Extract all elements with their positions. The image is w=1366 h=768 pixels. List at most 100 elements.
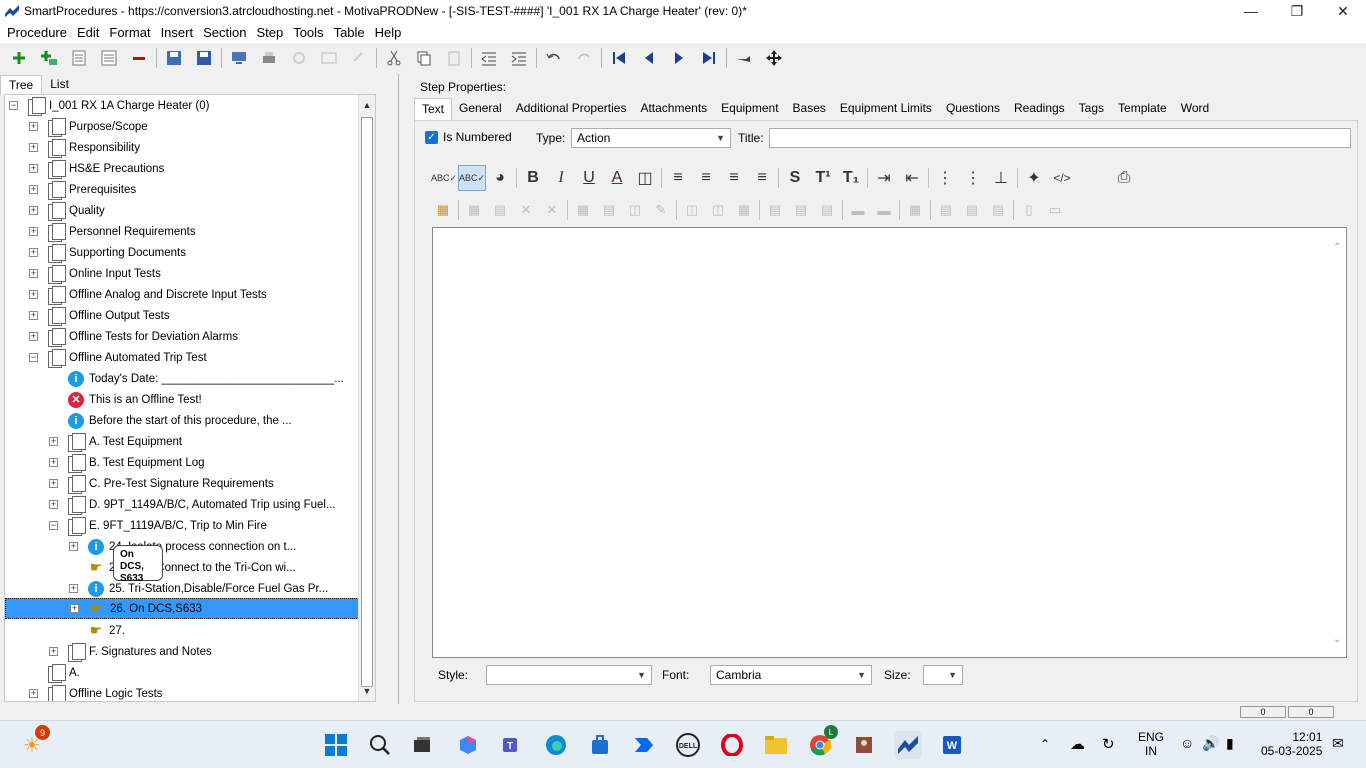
expand-icon[interactable]: + xyxy=(49,437,58,446)
expand-icon[interactable]: + xyxy=(29,206,38,215)
undo-icon[interactable] xyxy=(539,45,569,71)
window-icon[interactable] xyxy=(314,45,344,71)
expand-icon[interactable]: + xyxy=(49,647,58,656)
minimize-button[interactable]: — xyxy=(1228,0,1274,22)
tab-tags[interactable]: Tags xyxy=(1072,98,1111,120)
print-icon[interactable]: ⎙ xyxy=(1110,165,1138,191)
store-icon[interactable] xyxy=(586,731,614,759)
expand-icon[interactable]: + xyxy=(49,500,58,509)
align-right-icon[interactable]: ≡ xyxy=(720,165,748,191)
align-middle-icon[interactable]: ▤ xyxy=(959,197,985,223)
tab-equipment-limits[interactable]: Equipment Limits xyxy=(833,98,939,120)
expand-icon[interactable]: + xyxy=(29,227,38,236)
tree-section[interactable]: + Supporting Documents xyxy=(29,242,186,263)
copy-icon[interactable] xyxy=(409,45,439,71)
bullet-list-icon[interactable]: ⋮ xyxy=(931,165,959,191)
style-select[interactable]: ▼ xyxy=(486,665,652,685)
tree-section[interactable]: A. xyxy=(29,662,80,683)
volume-icon[interactable]: 🔊 xyxy=(1202,735,1219,752)
subscript-icon[interactable]: T₁ xyxy=(837,165,865,191)
indent-icon[interactable]: ⇥ xyxy=(870,165,898,191)
close-button[interactable]: ✕ xyxy=(1320,0,1366,22)
redo-icon[interactable] xyxy=(344,45,374,71)
move-icon[interactable] xyxy=(759,45,789,71)
tab-list[interactable]: List xyxy=(42,75,77,95)
table-props-icon[interactable]: ▦ xyxy=(461,197,487,223)
tree-step[interactable]: i Today's Date: _________________________… xyxy=(49,368,344,389)
collapse-icon[interactable]: − xyxy=(9,101,18,110)
expand-icon[interactable]: + xyxy=(29,689,38,698)
save-all-icon[interactable] xyxy=(159,45,189,71)
tab-text[interactable]: Text xyxy=(414,98,453,120)
tree-subsection[interactable]: + A. Test Equipment xyxy=(49,431,182,452)
underline-icon[interactable]: U xyxy=(575,165,603,191)
expand-icon[interactable]: + xyxy=(29,311,38,320)
is-numbered-checkbox[interactable]: ✓ Is Numbered xyxy=(425,130,512,144)
list-alt-icon[interactable] xyxy=(94,45,124,71)
chevron-up-icon[interactable]: ⌃ xyxy=(1040,737,1050,751)
tab-template[interactable]: Template xyxy=(1111,98,1174,120)
split-cells-icon[interactable]: ▬ xyxy=(871,197,897,223)
justify-icon[interactable]: ≡ xyxy=(748,165,776,191)
spellcheck-icon[interactable]: ABC✓ xyxy=(430,165,458,191)
merge-cells-icon[interactable]: ▬ xyxy=(845,197,871,223)
last-icon[interactable] xyxy=(694,45,724,71)
edge-icon[interactable] xyxy=(542,731,570,759)
wifi-icon[interactable]: ☺ xyxy=(1180,735,1194,751)
tree-section[interactable]: + Online Input Tests xyxy=(29,263,161,284)
add-icon[interactable] xyxy=(4,45,34,71)
font-color-icon[interactable]: A xyxy=(603,165,631,191)
menu-step[interactable]: Step xyxy=(251,25,288,40)
html-source-icon[interactable]: </> xyxy=(1048,165,1076,191)
expand-icon[interactable]: + xyxy=(69,542,78,551)
paste-icon[interactable] xyxy=(439,45,469,71)
delete-icon[interactable] xyxy=(124,45,154,71)
delete-row-alt-icon[interactable]: ▤ xyxy=(814,197,840,223)
title-input[interactable] xyxy=(769,128,1351,148)
tab-readings[interactable]: Readings xyxy=(1007,98,1072,120)
previous-icon[interactable] xyxy=(634,45,664,71)
tree-section[interactable]: + Quality xyxy=(29,200,105,221)
tab-bases[interactable]: Bases xyxy=(786,98,833,120)
expand-icon[interactable]: + xyxy=(29,143,38,152)
tab-questions[interactable]: Questions xyxy=(939,98,1007,120)
expand-icon[interactable]: + xyxy=(29,290,38,299)
collapse-icon[interactable]: − xyxy=(49,521,58,530)
cloud-icon[interactable]: ☁ xyxy=(1070,735,1085,753)
tree-root[interactable]: − I_001 RX 1A Charge Heater (0) xyxy=(9,95,209,116)
cell-edit-icon[interactable]: ✎ xyxy=(648,197,674,223)
row-height-icon[interactable]: ▭ xyxy=(1042,197,1068,223)
tree-step[interactable]: i Before the start of this procedure, the… xyxy=(49,410,292,431)
tab-equipment[interactable]: Equipment xyxy=(714,98,785,120)
cell-props-icon[interactable]: ▦ xyxy=(570,197,596,223)
insert-line-icon[interactable]: ⊥ xyxy=(987,165,1015,191)
align-left-icon[interactable]: ≡ xyxy=(664,165,692,191)
opera-icon[interactable] xyxy=(718,731,746,759)
expand-icon[interactable]: + xyxy=(29,185,38,194)
magic-wand-icon[interactable]: ✦ xyxy=(1020,165,1048,191)
battery-icon[interactable]: ▮ xyxy=(1226,735,1234,752)
restore-button[interactable]: ❐ xyxy=(1274,0,1320,22)
tree-subsection[interactable]: − E. 9FT_1119A/B/C, Trip to Min Fire xyxy=(49,515,267,536)
size-select[interactable]: ▼ xyxy=(923,665,963,685)
next-icon[interactable] xyxy=(664,45,694,71)
menu-procedure[interactable]: Procedure xyxy=(2,25,72,40)
chrome-icon[interactable]: L xyxy=(806,725,838,759)
tree-section[interactable]: + HS&E Precautions xyxy=(29,158,164,179)
tree-scrollbar[interactable]: ▲ ▼ xyxy=(358,95,375,701)
tree-step[interactable]: ☛ 27. xyxy=(69,620,125,641)
sync-icon[interactable]: ↻ xyxy=(1102,735,1115,753)
scroll-up-icon[interactable]: ▲ xyxy=(359,97,375,113)
tree-section[interactable]: + Offline Logic Tests xyxy=(29,683,163,701)
menu-edit[interactable]: Edit xyxy=(72,25,104,40)
column-width-icon[interactable]: ▯ xyxy=(1016,197,1042,223)
delete-col-icon[interactable]: ✕ xyxy=(539,197,565,223)
tree-section[interactable]: + Purpose/Scope xyxy=(29,116,148,137)
tree-section[interactable]: + Responsibility xyxy=(29,137,140,158)
font-select[interactable]: Cambria ▼ xyxy=(710,665,872,685)
expand-icon[interactable]: + xyxy=(49,458,58,467)
editor-scrollbar[interactable]: ⌃ ⌄ xyxy=(1330,228,1346,657)
file-explorer-icon[interactable] xyxy=(762,731,790,759)
menu-table[interactable]: Table xyxy=(329,25,370,40)
collapse-icon[interactable]: − xyxy=(29,353,38,362)
